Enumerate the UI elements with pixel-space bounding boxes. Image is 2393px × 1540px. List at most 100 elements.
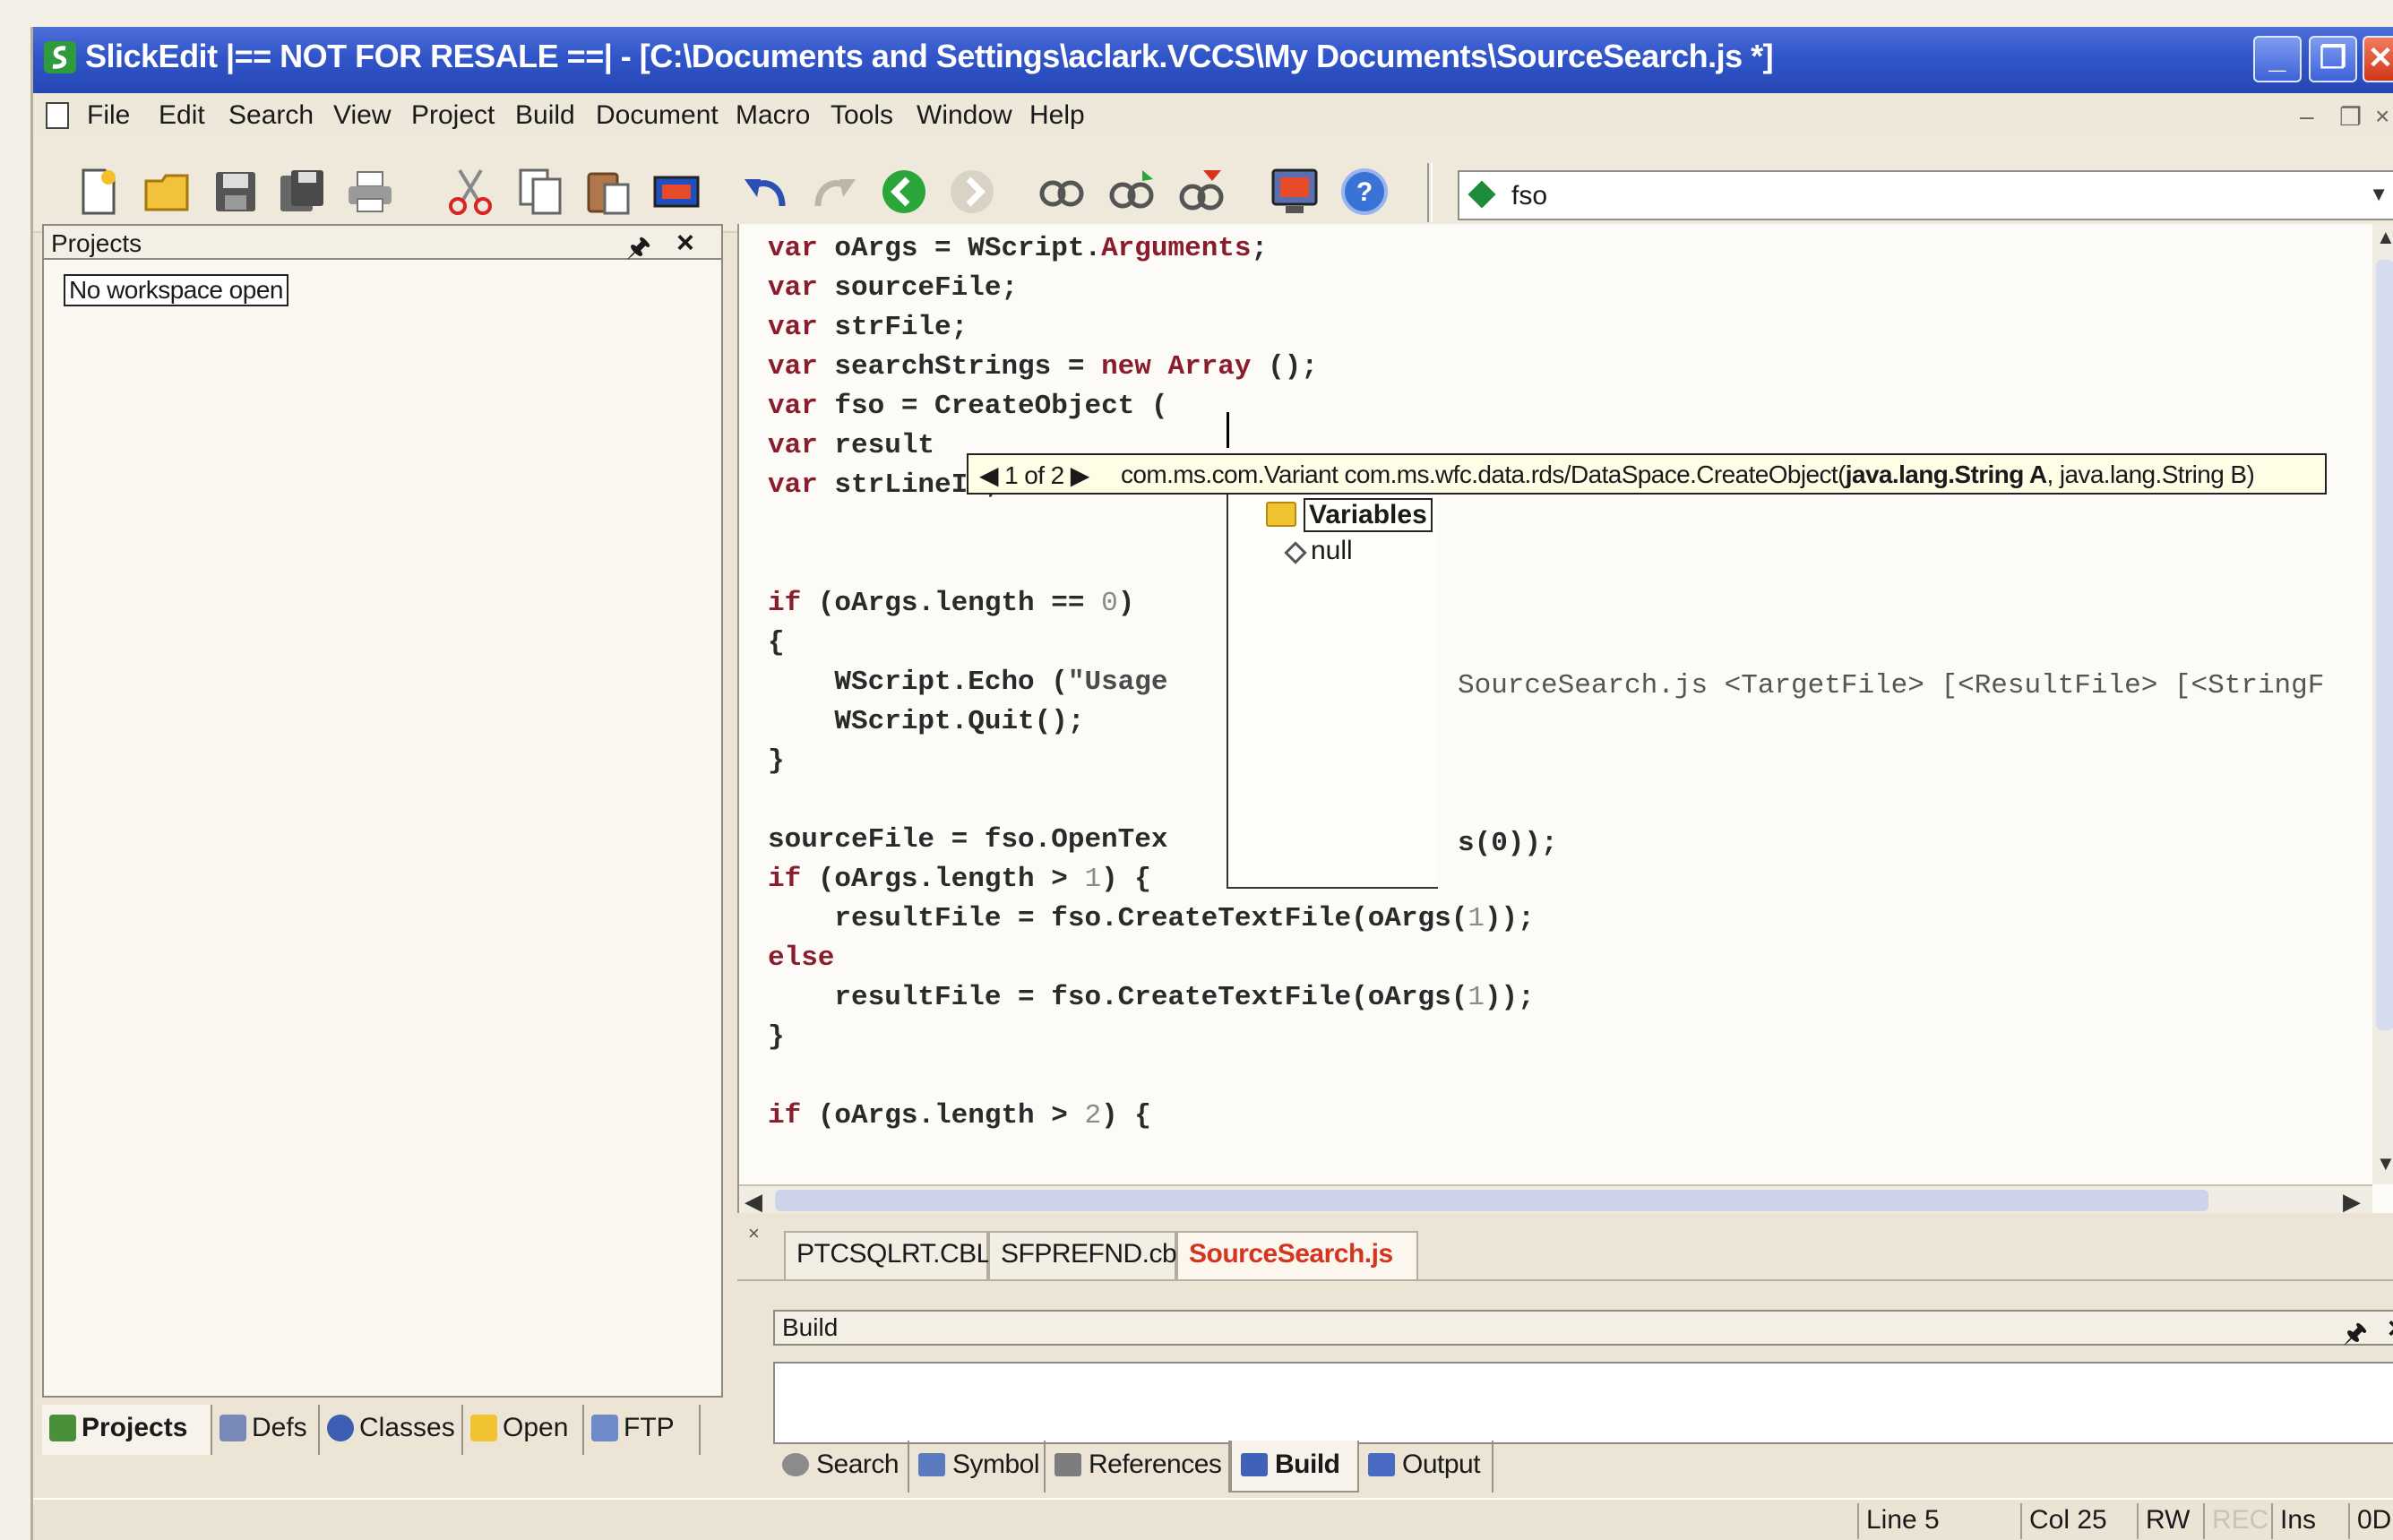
projects-tree[interactable]: No workspace open (42, 260, 723, 1398)
document-tabs: × PTCSQLRT.CBL SFPREFND.cbl SourceSearch… (737, 1218, 2393, 1281)
completion-category-variables[interactable]: Variables (1304, 498, 1433, 532)
back-icon[interactable] (879, 167, 929, 217)
mdi-minimize-button[interactable]: – (2300, 102, 2314, 131)
copy-icon[interactable] (515, 167, 565, 217)
maximize-button[interactable]: ❐ (2309, 36, 2357, 82)
slickedit-logo-icon (44, 41, 76, 73)
vertical-scrollbar[interactable]: ▲ ▼ (2372, 224, 2393, 1184)
parameter-info-tooltip[interactable]: ◀ 1 of 2 ▶ com.ms.com.Variant com.ms.wfc… (967, 453, 2327, 495)
mdi-close-button[interactable]: × (2375, 102, 2389, 131)
menu-build[interactable]: Build (515, 100, 575, 131)
tab-search[interactable]: Search (773, 1441, 909, 1493)
build-panel-header[interactable]: Build 🖈 × (773, 1310, 2393, 1348)
menu-file[interactable]: File (87, 100, 130, 131)
tab-ptcsqlrt[interactable]: PTCSQLRT.CBL (784, 1231, 991, 1279)
menu-edit[interactable]: Edit (159, 100, 205, 131)
menu-project[interactable]: Project (411, 100, 495, 131)
close-button[interactable]: ✕ (2363, 36, 2393, 82)
find-references-icon[interactable] (1037, 167, 1087, 217)
save-icon[interactable] (211, 167, 261, 217)
projects-panel-header[interactable]: Projects 🖈 × (42, 224, 723, 262)
menu-search[interactable]: Search (228, 100, 314, 131)
mdi-restore-button[interactable]: ❐ (2339, 102, 2362, 132)
tab-label: Open (503, 1413, 569, 1442)
paste-icon[interactable] (583, 167, 633, 217)
code-line-3: var strFile; (768, 312, 968, 343)
minimize-button[interactable]: _ (2253, 36, 2302, 82)
pin-icon[interactable]: 🖈 (2343, 1313, 2368, 1359)
status-column[interactable]: Col 25 (2020, 1503, 2137, 1539)
tab-sourcesearch[interactable]: SourceSearch.js (1176, 1231, 1418, 1279)
horizontal-scrollbar[interactable]: ◀ ▶ (739, 1184, 2372, 1216)
status-tail: 0D (2348, 1503, 2393, 1539)
scroll-up-icon[interactable]: ▲ (2376, 226, 2393, 249)
find-files-icon[interactable] (1176, 167, 1227, 217)
close-icon[interactable]: × (676, 226, 694, 261)
print-icon[interactable] (345, 167, 395, 217)
save-all-icon[interactable] (277, 167, 327, 217)
code-line-1: var oArgs = WScript.Arguments; (768, 233, 1269, 264)
scroll-left-icon[interactable]: ◀ (745, 1188, 762, 1216)
help-icon[interactable]: ? (1339, 167, 1390, 217)
projects-panel-title: Projects (51, 229, 142, 257)
close-icon[interactable]: × (2388, 1312, 2393, 1346)
current-parameter: java.lang.String A (1845, 460, 2047, 488)
menu-window[interactable]: Window (917, 100, 1012, 131)
scroll-thumb[interactable] (775, 1190, 2208, 1211)
menu-help[interactable]: Help (1029, 100, 1085, 131)
status-line[interactable]: Line 5 (1857, 1503, 1952, 1539)
tab-output[interactable]: Output (1359, 1441, 1493, 1493)
open-folder-icon[interactable] (142, 167, 193, 217)
title-bar[interactable]: SlickEdit |== NOT FOR RESALE ==| - [C:\D… (33, 27, 2393, 93)
chevron-down-icon[interactable]: ▼ (2369, 183, 2389, 206)
tab-open[interactable]: Open (463, 1405, 584, 1455)
monitor-icon[interactable] (1270, 167, 1320, 217)
signature-prefix: com.ms.com.Variant com.ms.wfc.data.rds/D… (1121, 460, 1846, 488)
forward-icon[interactable] (947, 167, 997, 217)
tab-references[interactable]: References (1046, 1441, 1230, 1493)
document-menu-icon[interactable] (46, 102, 69, 129)
status-record[interactable]: REC (2203, 1503, 2271, 1539)
tab-classes[interactable]: Classes (320, 1405, 463, 1455)
select-block-icon[interactable] (651, 167, 702, 217)
tab-defs[interactable]: Defs (212, 1405, 320, 1455)
build-icon (1241, 1453, 1268, 1476)
undo-icon[interactable] (741, 167, 791, 217)
tab-sfprefnd[interactable]: SFPREFND.cbl (988, 1231, 1183, 1279)
menu-document[interactable]: Document (596, 100, 719, 131)
tab-label: Build (1275, 1450, 1340, 1479)
new-file-icon[interactable] (73, 167, 123, 217)
usage-string-tail: SourceSearch.js <TargetFile> [<ResultFil… (1458, 670, 2325, 701)
tab-ftp[interactable]: FTP (584, 1405, 701, 1455)
code-editor[interactable]: var oArgs = WScript.Arguments; var sourc… (737, 224, 2393, 1216)
tab-label: Projects (82, 1413, 188, 1442)
menu-tools[interactable]: Tools (831, 100, 893, 131)
overload-nav[interactable]: ◀ 1 of 2 ▶ (979, 460, 1089, 490)
menu-view[interactable]: View (333, 100, 391, 131)
tab-build[interactable]: Build (1230, 1441, 1359, 1493)
tab-label: Search (816, 1450, 900, 1479)
scroll-right-icon[interactable]: ▶ (2343, 1188, 2361, 1216)
build-output[interactable] (773, 1362, 2393, 1444)
tab-projects[interactable]: Projects (42, 1405, 212, 1455)
scroll-down-icon[interactable]: ▼ (2376, 1152, 2393, 1175)
find-symbol-icon[interactable] (1106, 167, 1157, 217)
status-read-write[interactable]: RW (2137, 1503, 2203, 1539)
context-combo[interactable]: fso ▼ (1458, 170, 2393, 220)
tab-symbol[interactable]: Symbol (909, 1441, 1046, 1493)
scroll-thumb[interactable] (2376, 260, 2393, 1030)
search-icon (782, 1453, 809, 1476)
workspace-label[interactable]: No workspace open (64, 274, 288, 306)
completion-item-null[interactable]: null (1311, 536, 1353, 566)
close-icon[interactable]: × (748, 1224, 760, 1243)
cut-icon[interactable] (445, 167, 495, 217)
menu-macro[interactable]: Macro (736, 100, 810, 131)
code-line-2: var sourceFile; (768, 272, 1019, 304)
projects-icon (49, 1415, 76, 1441)
code-line-14: } (768, 745, 785, 777)
symbol-icon (918, 1453, 945, 1476)
status-insert-mode[interactable]: Ins (2271, 1503, 2339, 1539)
redo-icon[interactable] (809, 167, 859, 217)
completion-list[interactable]: Variables null (1227, 495, 1438, 889)
variable-icon (1468, 180, 1496, 209)
